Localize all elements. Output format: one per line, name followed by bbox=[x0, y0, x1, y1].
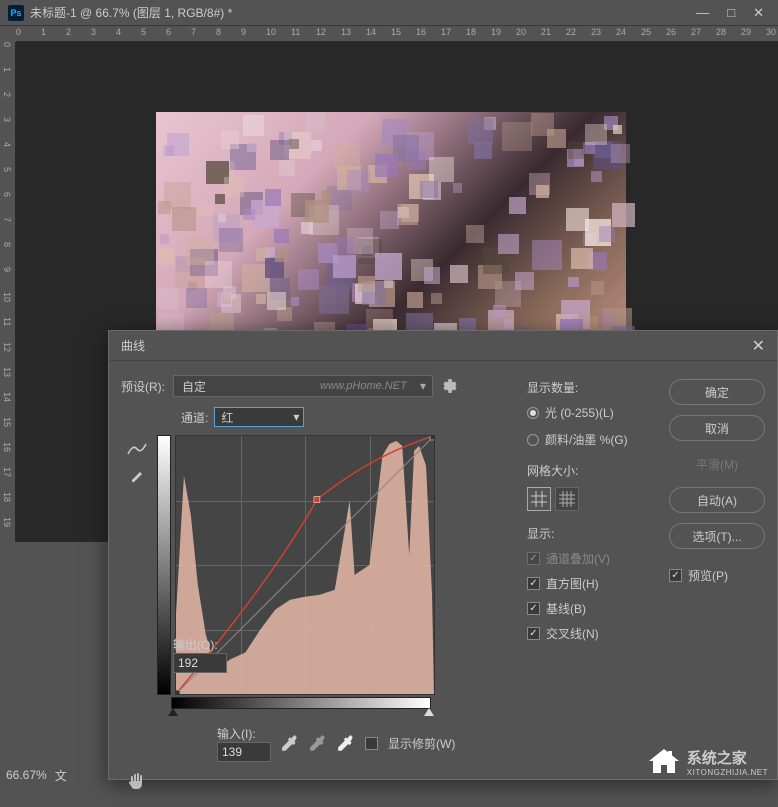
watermark: www.pHome.NET bbox=[320, 380, 407, 392]
titlebar: Ps 未标题-1 @ 66.7% (图层 1, RGB/8#) * ― □ ✕ bbox=[0, 0, 778, 26]
eyedropper-gray-icon[interactable] bbox=[309, 735, 327, 753]
show-title: 显示: bbox=[527, 525, 657, 542]
curve-tool[interactable] bbox=[124, 439, 150, 459]
channel-label: 通道: bbox=[181, 409, 208, 426]
close-window-button[interactable]: ✕ bbox=[753, 5, 764, 21]
ok-button[interactable]: 确定 bbox=[669, 379, 765, 405]
document-title: 未标题-1 @ 66.7% (图层 1, RGB/8#) * bbox=[30, 4, 232, 21]
maximize-button[interactable]: □ bbox=[727, 5, 735, 21]
input-label: 输入(I): bbox=[217, 725, 271, 742]
pencil-tool[interactable] bbox=[124, 465, 150, 485]
show-clipping-checkbox[interactable] bbox=[365, 737, 378, 750]
gear-icon[interactable] bbox=[441, 378, 457, 394]
auto-button[interactable]: 自动(A) bbox=[669, 487, 765, 513]
cancel-button[interactable]: 取消 bbox=[669, 415, 765, 441]
channel-overlay-checkbox[interactable]: 通道叠加(V) bbox=[527, 550, 657, 567]
logo-name: 系统之家 bbox=[687, 747, 768, 768]
light-radio[interactable]: 光 (0-255)(L) bbox=[527, 404, 657, 421]
grid-small-icon[interactable] bbox=[527, 487, 551, 511]
curves-dialog: 曲线 ✕ 预设(R): 自定 通道: 红 bbox=[108, 330, 778, 780]
doc-info: 文 bbox=[55, 767, 67, 784]
baseline-checkbox[interactable]: 基线(B) bbox=[527, 600, 657, 617]
output-label: 输出(O): bbox=[173, 636, 227, 653]
eyedropper-black-icon[interactable] bbox=[281, 735, 299, 753]
minimize-button[interactable]: ― bbox=[696, 5, 709, 21]
input-gradient bbox=[171, 697, 431, 709]
site-logo: 系统之家 XITONGZHIJIA.NET bbox=[647, 747, 768, 777]
channel-select[interactable]: 红 bbox=[214, 407, 304, 427]
preset-label: 预设(R): bbox=[121, 378, 165, 395]
intersection-checkbox[interactable]: 交叉线(N) bbox=[527, 625, 657, 642]
dialog-title: 曲线 bbox=[121, 337, 145, 354]
pigment-radio[interactable]: 颜料/油墨 %(G) bbox=[527, 431, 657, 448]
grid-large-icon[interactable] bbox=[555, 487, 579, 511]
zoom-level[interactable]: 66.67% bbox=[6, 768, 47, 782]
show-clipping-label: 显示修剪(W) bbox=[388, 735, 455, 752]
options-button[interactable]: 选项(T)... bbox=[669, 523, 765, 549]
hand-icon[interactable] bbox=[127, 772, 149, 790]
grid-size-title: 网格大小: bbox=[527, 462, 657, 479]
close-icon[interactable]: ✕ bbox=[752, 336, 765, 356]
preview-checkbox[interactable]: 预览(P) bbox=[669, 567, 765, 584]
smooth-button: 平滑(M) bbox=[669, 451, 765, 477]
ruler-vertical: 012345678910111213141516171819 bbox=[0, 42, 16, 542]
eyedropper-white-icon[interactable] bbox=[337, 735, 355, 753]
output-input[interactable] bbox=[173, 653, 227, 673]
statusbar: 66.67% 文 bbox=[0, 765, 73, 785]
ruler-horizontal: 0123456789101112131415161718192021222324… bbox=[16, 26, 778, 42]
logo-url: XITONGZHIJIA.NET bbox=[687, 768, 768, 777]
house-icon bbox=[647, 747, 681, 777]
app-icon: Ps bbox=[8, 5, 24, 21]
histogram-checkbox[interactable]: 直方图(H) bbox=[527, 575, 657, 592]
display-amount-title: 显示数量: bbox=[527, 379, 657, 396]
output-gradient bbox=[157, 435, 171, 695]
input-input[interactable] bbox=[217, 742, 271, 762]
